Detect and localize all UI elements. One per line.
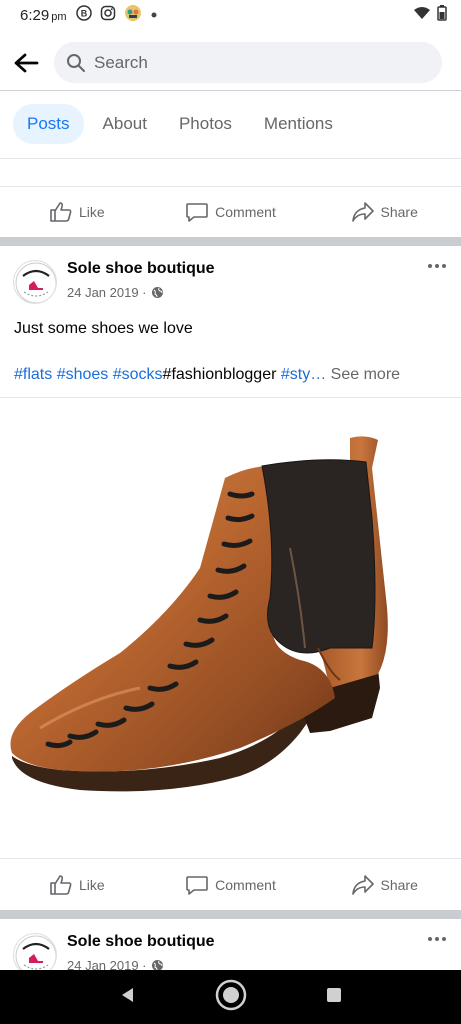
- like-label: Like: [78, 204, 105, 220]
- share-button[interactable]: Share: [307, 874, 461, 896]
- previous-post-actions: Like Comment Share: [0, 188, 461, 236]
- battery-icon: [437, 4, 447, 26]
- post-options-button[interactable]: [425, 258, 449, 274]
- recents-square-icon: [326, 987, 341, 1002]
- nav-home-button[interactable]: [214, 978, 248, 1017]
- app-notification-icon: [124, 4, 142, 27]
- post-text: Just some shoes we love: [14, 320, 193, 337]
- post-separator: [0, 910, 461, 919]
- system-navigation-bar: [0, 970, 461, 1024]
- share-label: Share: [380, 877, 418, 893]
- post-photo[interactable]: [0, 398, 461, 858]
- tabs-divider: [0, 158, 461, 159]
- back-button[interactable]: [0, 40, 52, 86]
- home-circle-icon: [216, 979, 247, 1010]
- hashtag-link[interactable]: #sty…: [281, 366, 326, 383]
- comment-button[interactable]: Comment: [154, 874, 308, 896]
- more-dot-icon: [428, 264, 432, 268]
- post-hashtags: #flats #shoes #socks#fashionblogger #sty…: [14, 366, 400, 384]
- header-divider: [0, 90, 461, 91]
- share-icon: [351, 202, 374, 222]
- hashtag-link[interactable]: #flats: [14, 366, 52, 383]
- page-avatar[interactable]: [13, 260, 57, 304]
- more-notifications-dot-icon: [150, 6, 158, 24]
- comment-icon: [186, 876, 208, 895]
- svg-text:B: B: [81, 8, 88, 18]
- share-label: Share: [380, 204, 418, 220]
- more-dot-icon: [428, 937, 432, 941]
- comment-label: Comment: [215, 877, 276, 893]
- more-dot-icon: [442, 937, 446, 941]
- hashtag-link[interactable]: #shoes: [57, 366, 109, 383]
- comment-label: Comment: [215, 204, 276, 220]
- like-icon: [50, 202, 72, 222]
- post-actions: Like Comment Share: [0, 861, 461, 909]
- post-author[interactable]: Sole shoe boutique: [67, 933, 215, 951]
- like-button[interactable]: Like: [0, 874, 154, 896]
- search-input[interactable]: [94, 52, 394, 73]
- previous-post-divider: [0, 186, 461, 187]
- globe-icon: [151, 287, 163, 298]
- back-arrow-icon: [14, 53, 39, 73]
- hashtag-text: #fashionblogger: [162, 366, 277, 383]
- like-label: Like: [78, 877, 105, 893]
- see-more-link[interactable]: See more: [331, 366, 400, 383]
- more-dot-icon: [435, 937, 439, 941]
- comment-button[interactable]: Comment: [154, 201, 308, 223]
- more-dot-icon: [442, 264, 446, 268]
- more-dot-icon: [435, 264, 439, 268]
- nav-back-button[interactable]: [118, 985, 138, 1010]
- post-options-button[interactable]: [425, 931, 449, 947]
- status-time: 6:29 pm: [20, 6, 67, 24]
- like-icon: [50, 875, 72, 895]
- share-icon: [351, 875, 374, 895]
- nav-recents-button[interactable]: [325, 986, 343, 1009]
- tab-about[interactable]: About: [90, 104, 160, 144]
- comment-icon: [186, 203, 208, 222]
- copper-boot-image: [10, 436, 388, 792]
- post-header: Sole shoe boutique 24 Jan 2019 ·: [0, 258, 461, 314]
- like-button[interactable]: Like: [0, 201, 154, 223]
- page-tabs: Posts About Photos Mentions: [13, 104, 352, 144]
- instagram-icon: [100, 5, 116, 26]
- search-bar[interactable]: [54, 42, 442, 83]
- image-bottom-divider: [0, 858, 461, 859]
- status-notification-icons: B: [76, 4, 158, 27]
- notification-b-icon: B: [76, 4, 93, 26]
- share-button[interactable]: Share: [307, 201, 461, 223]
- search-header: [0, 40, 461, 86]
- back-triangle-icon: [122, 987, 134, 1002]
- search-icon: [67, 53, 85, 72]
- hashtag-link[interactable]: #socks: [113, 366, 163, 383]
- post-author[interactable]: Sole shoe boutique: [67, 260, 215, 278]
- tab-posts[interactable]: Posts: [13, 104, 84, 144]
- post-date[interactable]: 24 Jan 2019 ·: [67, 285, 147, 300]
- tab-photos[interactable]: Photos: [166, 104, 245, 144]
- status-bar: 6:29 pm B: [0, 0, 461, 30]
- post-separator: [0, 237, 461, 246]
- wifi-icon: [413, 6, 431, 25]
- boutique-logo-icon: [15, 262, 56, 303]
- tab-mentions[interactable]: Mentions: [251, 104, 346, 144]
- post-meta: 24 Jan 2019 ·: [67, 285, 164, 300]
